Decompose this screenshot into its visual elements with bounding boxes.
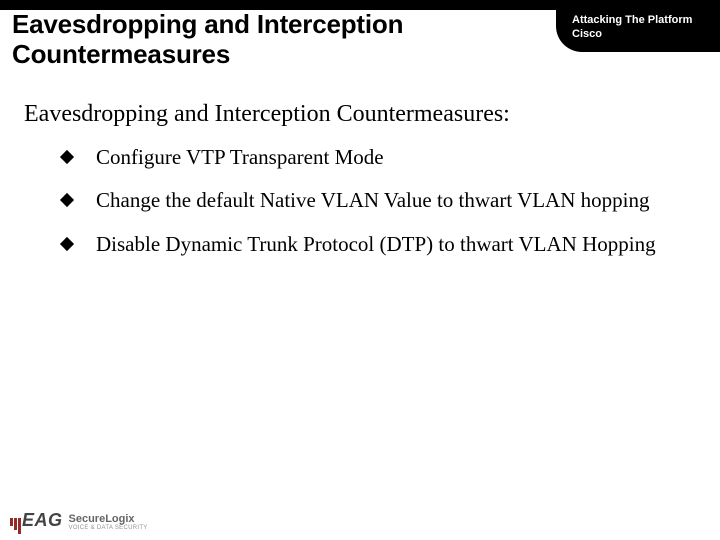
slide-body: Eavesdropping and Interception Counterme… (0, 100, 720, 258)
logo-brand: SecureLogix (69, 513, 135, 525)
subheading: Eavesdropping and Interception Counterme… (24, 100, 696, 129)
chapter-badge: Attacking The Platform Cisco (556, 10, 720, 52)
bullet-list: Configure VTP Transparent Mode Change th… (62, 145, 696, 258)
diamond-bullet-icon (60, 150, 74, 164)
list-item: Configure VTP Transparent Mode (62, 145, 696, 171)
logo-tagline: VOICE & DATA SECURITY (69, 525, 148, 531)
list-item-text: Change the default Native VLAN Value to … (96, 188, 649, 212)
list-item: Disable Dynamic Trunk Protocol (DTP) to … (62, 232, 696, 258)
slide: Eavesdropping and Interception Counterme… (0, 0, 720, 540)
list-item-text: Disable Dynamic Trunk Protocol (DTP) to … (96, 232, 656, 256)
chapter-line-2: Cisco (572, 28, 714, 42)
logo-brand-block: SecureLogix VOICE & DATA SECURITY (69, 514, 148, 531)
chapter-line-1: Attacking The Platform (572, 14, 714, 28)
list-item: Change the default Native VLAN Value to … (62, 188, 696, 214)
logo-mark: EAG (10, 510, 63, 534)
logo-stripes-icon (10, 518, 21, 534)
footer-logo: EAG SecureLogix VOICE & DATA SECURITY (10, 510, 148, 534)
logo-initials: EAG (22, 510, 63, 531)
slide-header: Eavesdropping and Interception Counterme… (0, 0, 720, 74)
slide-title: Eavesdropping and Interception Counterme… (12, 10, 552, 70)
diamond-bullet-icon (60, 237, 74, 251)
diamond-bullet-icon (60, 193, 74, 207)
list-item-text: Configure VTP Transparent Mode (96, 145, 384, 169)
